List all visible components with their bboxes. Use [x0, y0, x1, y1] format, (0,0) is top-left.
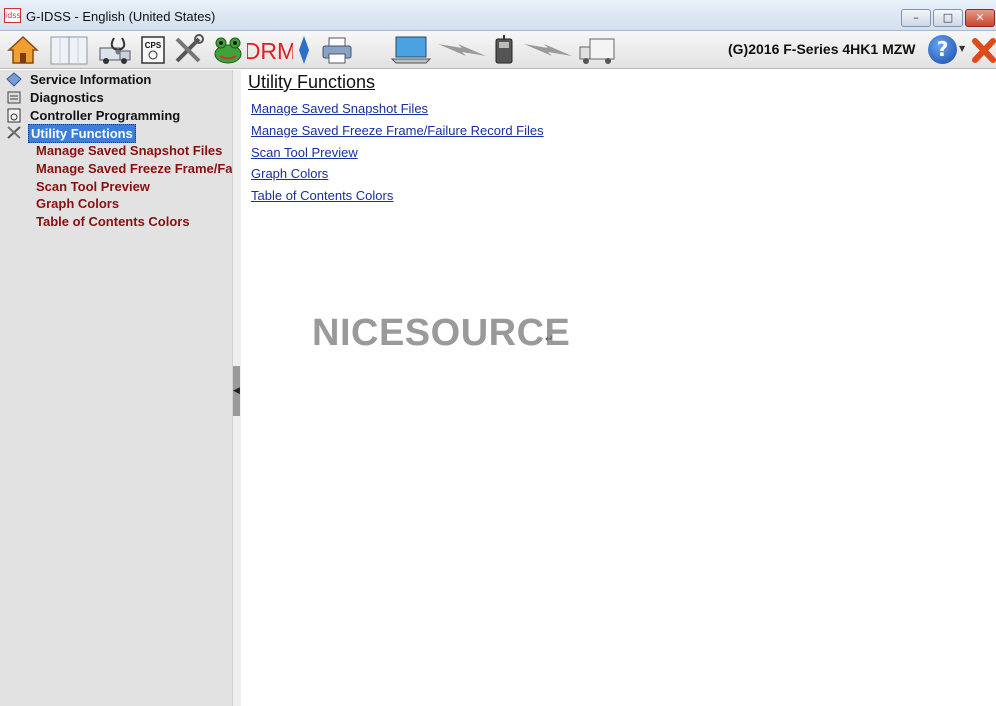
svg-text:DRM: DRM: [247, 38, 293, 64]
pointer-icon[interactable]: [297, 34, 311, 66]
controller-programming-icon: [7, 108, 21, 123]
tools-icon[interactable]: [171, 34, 207, 66]
link-toc-colors[interactable]: Table of Contents Colors: [251, 187, 393, 204]
page-title: Utility Functions: [248, 72, 376, 92]
book-icon[interactable]: [48, 34, 90, 66]
app-icon: idss: [4, 8, 21, 23]
link-snapshot-files[interactable]: Manage Saved Snapshot Files: [251, 100, 428, 117]
link-freeze-frame-files[interactable]: Manage Saved Freeze Frame/Failure Record…: [251, 122, 544, 139]
sidebar-item-controller-programming[interactable]: Controller Programming: [6, 107, 226, 124]
collapse-sidebar-handle[interactable]: ◀: [233, 366, 240, 416]
title-bar: idss G-IDSS - English (United States) – …: [0, 0, 996, 31]
lightning-icon: [438, 44, 486, 56]
help-icon[interactable]: ?: [928, 35, 957, 64]
sidebar-subitem-snapshot-files[interactable]: Manage Saved Snapshot Files: [36, 142, 232, 159]
lightning-icon-2: [524, 44, 572, 56]
cps-icon[interactable]: CPS: [139, 34, 167, 66]
sidebar-subitem-freeze-frame-files[interactable]: Manage Saved Freeze Frame/Failure Record…: [36, 160, 232, 177]
sidebar-subitem-scan-tool-preview[interactable]: Scan Tool Preview: [36, 178, 232, 195]
maximize-button[interactable]: □: [933, 9, 963, 27]
vehicle-label: (G)2016 F-Series 4HK1 MZW: [728, 41, 916, 57]
diagnostics-truck-icon[interactable]: [96, 34, 136, 66]
sidebar-item-label: Controller Programming: [30, 108, 181, 123]
close-button[interactable]: ✕: [965, 9, 995, 27]
utility-tools-icon: [7, 126, 21, 139]
minimize-button[interactable]: –: [901, 9, 931, 27]
diagnostics-icon: [7, 91, 21, 104]
svg-text:CPS: CPS: [145, 41, 162, 50]
sidebar-item-diagnostics[interactable]: Diagnostics: [6, 89, 226, 106]
laptop-icon[interactable]: [390, 34, 432, 66]
home-icon[interactable]: [6, 34, 40, 66]
exit-icon[interactable]: [970, 35, 996, 65]
link-scan-tool-preview[interactable]: Scan Tool Preview: [251, 144, 358, 161]
sidebar-subitem-toc-colors[interactable]: Table of Contents Colors: [36, 213, 232, 230]
printer-icon[interactable]: [320, 34, 354, 66]
watermark-text: NICESOURCE: [312, 312, 571, 354]
vehicle-icon[interactable]: [576, 34, 618, 66]
frog-icon[interactable]: [212, 34, 244, 66]
link-graph-colors[interactable]: Graph Colors: [251, 165, 328, 182]
sidebar-item-label: Service Information: [30, 72, 152, 87]
sidebar-item-service-information[interactable]: Service Information: [6, 71, 226, 88]
sidebar-subitem-graph-colors[interactable]: Graph Colors: [36, 195, 232, 212]
sidebar-item-label: Diagnostics: [30, 90, 104, 105]
interface-device-icon[interactable]: [492, 34, 516, 66]
return-mark: ↵: [545, 334, 554, 345]
service-info-icon: [6, 72, 22, 87]
drm-icon[interactable]: DRM: [247, 34, 293, 66]
window-title: G-IDSS - English (United States): [26, 9, 216, 24]
help-dropdown-arrow[interactable]: ▼: [959, 44, 965, 53]
sidebar-item-label: Utility Functions: [28, 124, 136, 143]
sidebar-item-utility-functions[interactable]: Utility Functions: [6, 124, 226, 143]
